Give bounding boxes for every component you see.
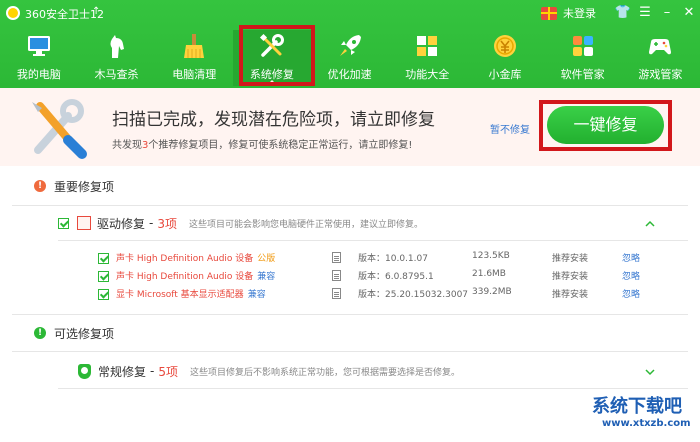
watermark-title: 系统下载吧 bbox=[592, 396, 682, 417]
close-button[interactable]: ✕ bbox=[678, 2, 700, 24]
nav-label: 软件管家 bbox=[560, 68, 605, 81]
driver-action: 推荐安装 bbox=[552, 272, 589, 282]
driver-version: 版本：6.0.8795.1 bbox=[358, 272, 434, 282]
gift-icon[interactable] bbox=[541, 6, 557, 20]
nav-features[interactable]: 功能大全 bbox=[388, 30, 466, 86]
section-title: 可选修复项 bbox=[54, 326, 115, 341]
banner-title: 扫描已完成，发现潜在危险项，请立即修复 bbox=[112, 110, 435, 130]
skin-icon[interactable]: 👕 bbox=[612, 2, 634, 24]
section-title: 重要修复项 bbox=[54, 179, 115, 194]
details-icon[interactable] bbox=[332, 270, 341, 281]
divider bbox=[58, 388, 688, 389]
monitor-icon bbox=[27, 36, 50, 56]
item-checkbox[interactable] bbox=[98, 289, 109, 300]
one-click-repair-button[interactable]: 一键修复 bbox=[547, 106, 664, 144]
coin-icon bbox=[493, 35, 516, 57]
optional-section-header: ! 可选修复项 bbox=[34, 323, 114, 343]
driver-tag: 公版 bbox=[257, 254, 276, 264]
driver-action: 推荐安装 bbox=[552, 254, 589, 264]
group-separator: - bbox=[150, 364, 155, 378]
top-bar: 360安全卫士12 ↑ 未登录 👕 ☰ – ✕ 我的电脑 木马查杀 电脑清理 系… bbox=[0, 0, 700, 88]
360-logo-icon bbox=[6, 6, 20, 20]
nav-vault[interactable]: 小金库 bbox=[466, 30, 544, 86]
login-status[interactable]: 未登录 bbox=[563, 5, 596, 21]
nav-label: 游戏管家 bbox=[638, 68, 683, 81]
divider bbox=[12, 314, 688, 315]
update-arrow-icon[interactable]: ↑ bbox=[92, 6, 100, 17]
group-separator: - bbox=[149, 216, 154, 230]
ignore-link[interactable]: 忽略 bbox=[622, 251, 640, 264]
group-description: 这些项目修复后不影响系统正常功能，您可根据需要选择是否修复。 bbox=[190, 367, 461, 378]
nav-label: 木马查杀 bbox=[94, 68, 139, 81]
banner-subtitle: 共发现3个推荐修复项目，修复可使系统稳定正常运行，请立即修复! bbox=[112, 140, 413, 151]
driver-item[interactable]: 显卡 Microsoft 基本显示适配器 兼容 版本：25.20.15032.30… bbox=[98, 286, 658, 303]
nav-my-computer[interactable]: 我的电脑 bbox=[0, 30, 78, 86]
main-nav: 我的电脑 木马查杀 电脑清理 系统修复 优化加速 功能大全 小金库 软件管家 游… bbox=[0, 30, 700, 86]
group-name: 常规修复 bbox=[98, 364, 147, 379]
nav-label: 系统修复 bbox=[249, 68, 294, 81]
nav-label: 优化加速 bbox=[327, 68, 372, 81]
driver-item[interactable]: 声卡 High Definition Audio 设备 公版 版本：10.0.1.… bbox=[98, 250, 658, 267]
nav-label: 我的电脑 bbox=[16, 68, 61, 81]
nav-software-manager[interactable]: 软件管家 bbox=[544, 30, 622, 86]
group-count: 3项 bbox=[157, 216, 177, 231]
nav-game-manager[interactable]: 游戏管家 bbox=[622, 30, 700, 86]
item-checkbox[interactable] bbox=[98, 271, 109, 282]
driver-version: 版本：10.0.1.07 bbox=[358, 254, 428, 264]
details-icon[interactable] bbox=[332, 288, 341, 299]
driver-item[interactable]: 声卡 High Definition Audio 设备 兼容 版本：6.0.879… bbox=[98, 268, 658, 285]
nav-label: 电脑清理 bbox=[172, 68, 217, 81]
gamepad-icon bbox=[649, 39, 672, 55]
ignore-link[interactable]: 忽略 bbox=[622, 287, 640, 300]
group-description: 这些项目可能会影响您电脑硬件正常使用，建议立即修复。 bbox=[189, 219, 424, 230]
driver-tag: 兼容 bbox=[247, 290, 266, 300]
group-count: 5项 bbox=[158, 364, 178, 379]
grid-icon bbox=[417, 36, 438, 56]
driver-action: 推荐安装 bbox=[552, 290, 589, 300]
site-watermark: 系统下载吧 www.xtxzb.com bbox=[592, 392, 694, 438]
menu-icon[interactable]: ☰ bbox=[634, 2, 656, 24]
broom-icon bbox=[184, 34, 205, 58]
ignore-link[interactable]: 忽略 bbox=[622, 269, 640, 282]
important-section-header: ! 重要修复项 bbox=[34, 176, 114, 196]
details-icon[interactable] bbox=[332, 252, 341, 263]
horse-icon bbox=[110, 35, 124, 58]
skip-repair-link[interactable]: 暂不修复 bbox=[490, 121, 530, 136]
driver-name: 显卡 Microsoft 基本显示适配器 兼容 bbox=[116, 290, 266, 300]
warning-icon: ! bbox=[34, 180, 46, 192]
driver-size: 21.6MB bbox=[472, 269, 506, 279]
driver-name: 声卡 High Definition Audio 设备 公版 bbox=[116, 254, 276, 264]
general-repair-group[interactable]: 常规修复 - 5项 这些项目修复后不影响系统正常功能，您可根据需要选择是否修复。 bbox=[78, 361, 460, 381]
driver-icon bbox=[77, 216, 91, 230]
nav-system-repair[interactable]: 系统修复 bbox=[233, 30, 311, 86]
shield-icon bbox=[78, 363, 91, 379]
chevron-up-icon[interactable] bbox=[645, 219, 655, 229]
driver-size: 339.2MB bbox=[472, 287, 512, 297]
nav-optimize[interactable]: 优化加速 bbox=[311, 30, 389, 86]
tools-illustration bbox=[32, 99, 87, 159]
divider bbox=[12, 351, 688, 352]
driver-name: 声卡 High Definition Audio 设备 兼容 bbox=[116, 272, 276, 282]
group-name: 驱动修复 bbox=[97, 216, 146, 231]
apps-icon bbox=[572, 36, 593, 56]
minimize-button[interactable]: – bbox=[656, 2, 678, 24]
driver-size: 123.5KB bbox=[472, 251, 510, 261]
driver-repair-group[interactable]: 驱动修复 - 3项 这些项目可能会影响您电脑硬件正常使用，建议立即修复。 bbox=[58, 213, 423, 233]
wrench-icon bbox=[259, 33, 284, 57]
divider bbox=[58, 240, 688, 241]
group-checkbox[interactable] bbox=[58, 217, 69, 229]
title-bar: 360安全卫士12 ↑ 未登录 👕 ☰ – ✕ bbox=[0, 0, 700, 26]
nav-trojan-scan[interactable]: 木马查杀 bbox=[78, 30, 156, 86]
nav-label: 小金库 bbox=[488, 68, 522, 81]
watermark-url: www.xtxzb.com bbox=[602, 418, 691, 429]
nav-pc-cleanup[interactable]: 电脑清理 bbox=[155, 30, 233, 86]
driver-version: 版本：25.20.15032.3007 bbox=[358, 290, 469, 300]
rocket-icon bbox=[339, 35, 361, 56]
divider bbox=[12, 205, 688, 206]
chevron-down-icon[interactable] bbox=[645, 367, 655, 377]
nav-label: 功能大全 bbox=[405, 68, 450, 81]
info-icon: ! bbox=[34, 327, 46, 339]
driver-tag: 兼容 bbox=[257, 272, 276, 282]
item-checkbox[interactable] bbox=[98, 253, 109, 264]
